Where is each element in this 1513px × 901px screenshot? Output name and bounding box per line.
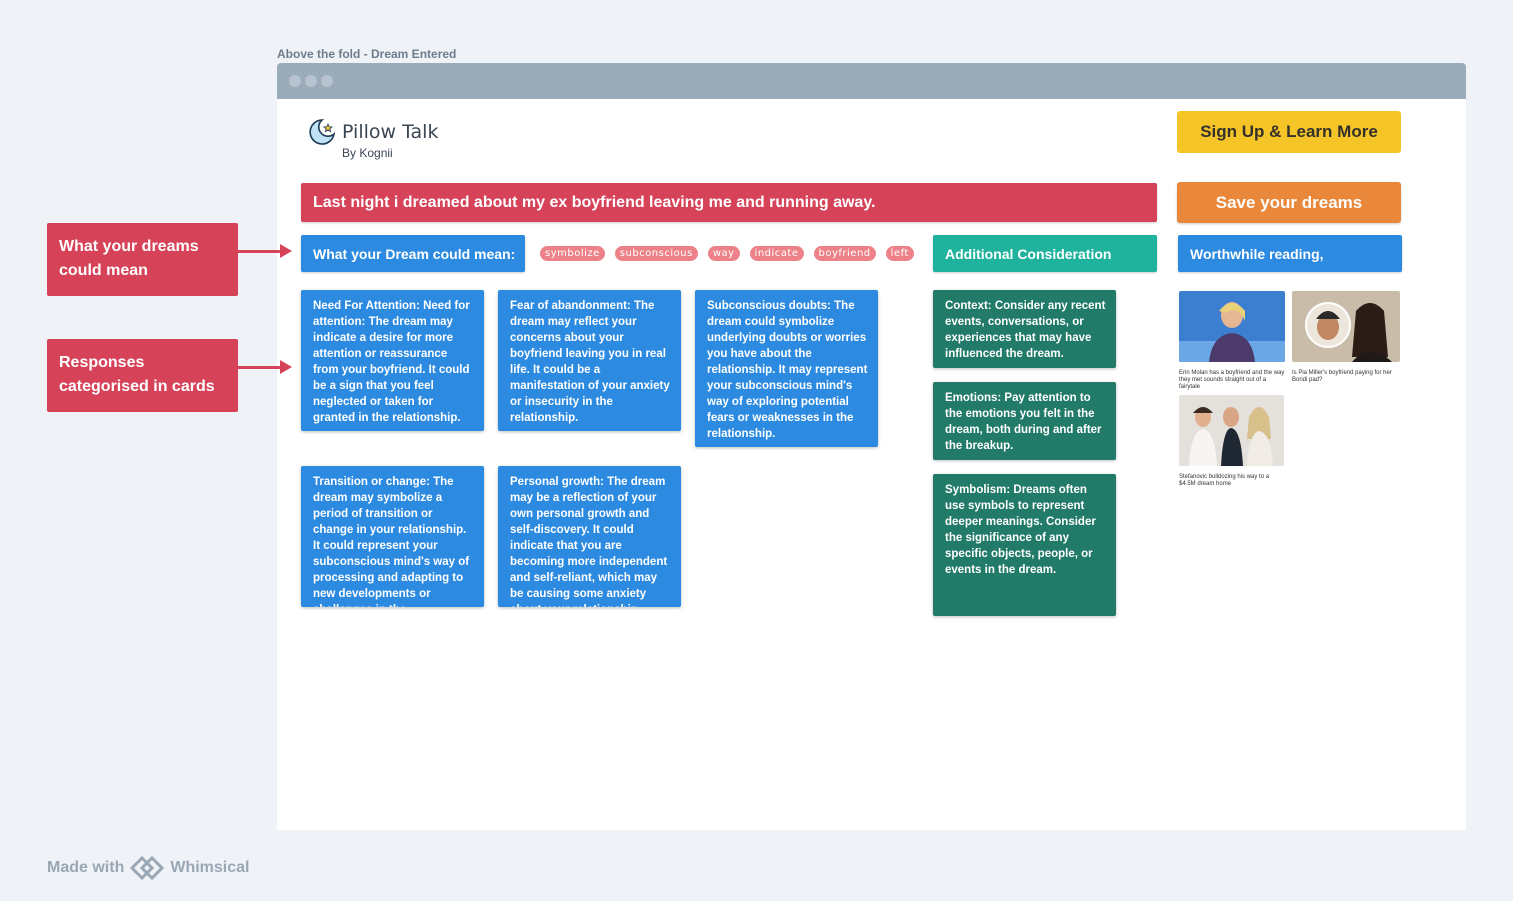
consideration-card[interactable]: Symbolism: Dreams often use symbols to r… [933,474,1116,616]
annotation-meaning: What your dreams could mean [47,223,238,296]
article-image [1179,291,1285,362]
article-image [1292,291,1400,362]
consideration-section-title: Additional Consideration [933,235,1157,272]
arrow-head-icon [280,360,292,374]
article-caption[interactable]: Stefanovic bulldozing his way to a $4.5M… [1179,474,1284,488]
article-thumbnail[interactable] [1179,395,1284,466]
card-heading: Fear of abandonment: [510,300,631,312]
arrow-head-icon [280,244,292,258]
keyword-tag[interactable]: indicate [749,246,804,261]
window-dot-icon [321,75,333,87]
browser-title-bar [277,63,1466,99]
meaning-card[interactable]: Transition or change: The dream may symb… [301,466,484,607]
reading-section-title: Worthwhile reading, [1178,235,1402,272]
card-body: Need For Attention: Need for attention: … [313,300,470,424]
card-heading: Symbolism: [945,484,1011,496]
annotation-cards: Responses categorised in cards [47,339,238,412]
save-dreams-button[interactable]: Save your dreams [1177,182,1401,223]
app-logo-subtitle: By Kognii [342,146,393,160]
keyword-tag[interactable]: left [885,246,914,261]
moon-star-icon [309,119,336,145]
keyword-tag[interactable]: subconscious [614,246,698,261]
meaning-card[interactable]: Need For Attention: Need for attention: … [301,290,484,431]
article-thumbnail[interactable] [1179,291,1285,362]
keyword-tag[interactable]: symbolize [540,246,605,261]
whimsical-brand: Whimsical [170,859,250,876]
card-body: Subconscious doubts: The dream could sym… [707,300,868,440]
window-dot-icon [305,75,317,87]
made-with-badge[interactable]: Made with Whimsical [47,856,249,880]
article-thumbnail[interactable] [1292,291,1400,362]
card-body: The dream may symbolize a period of tran… [313,476,470,607]
card-heading: Context: [945,300,992,312]
whimsical-logo-icon [130,856,165,880]
made-with-label: Made with [47,859,125,876]
card-body: Dreams often use symbols to represent de… [945,484,1096,576]
card-body: The dream may be a reflection of your ow… [510,476,668,607]
annotation-arrow [238,250,282,253]
meaning-card[interactable]: Subconscious doubts: The dream could sym… [695,290,878,447]
consideration-card[interactable]: Context: Consider any recent events, con… [933,290,1116,368]
keyword-tag[interactable]: way [707,246,740,261]
article-image [1179,395,1284,466]
meaning-card[interactable]: Personal growth: The dream may be a refl… [498,466,681,607]
article-caption[interactable]: Is Pia Miller's boyfriend paying for her… [1292,370,1400,384]
consideration-card[interactable]: Emotions: Pay attention to the emotions … [933,382,1116,460]
keyword-tag[interactable]: boyfriend [813,246,876,261]
card-body: The dream may reflect your concerns abou… [510,300,670,424]
signup-button[interactable]: Sign Up & Learn More [1177,111,1401,153]
card-body: Emotions: Pay attention to the emotions … [945,392,1102,452]
article-caption[interactable]: Erin Molan has a boyfriend and the way t… [1179,370,1285,391]
keyword-tags: symbolize subconscious way indicate boyf… [540,246,914,261]
annotation-arrow [238,366,282,369]
meaning-section-title: What your Dream could mean: [301,235,525,272]
window-dot-icon [289,75,301,87]
app-logo-title[interactable]: Pillow Talk [342,121,438,143]
dream-input[interactable]: Last night i dreamed about my ex boyfrie… [301,183,1157,222]
card-heading: Transition or change: [313,476,430,488]
frame-label: Above the fold - Dream Entered [277,47,457,61]
card-heading: Personal growth: [510,476,604,488]
meaning-card[interactable]: Fear of abandonment: The dream may refle… [498,290,681,431]
